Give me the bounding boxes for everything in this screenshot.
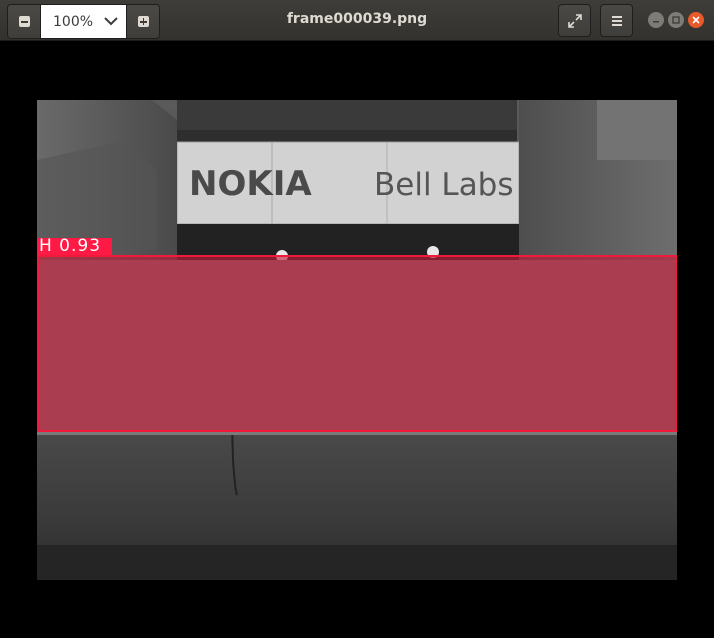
detection-label: H 0.93: [39, 236, 102, 256]
image-viewer-window: 100% frame000039.png NOKIA Bell Labs H 0…: [0, 0, 714, 638]
zoom-in-icon: [137, 16, 149, 27]
maximize-icon: [672, 16, 680, 24]
fullscreen-icon: [567, 13, 582, 28]
minimize-icon: [653, 21, 659, 23]
close-icon: [692, 16, 700, 24]
zoom-in-button[interactable]: [126, 5, 159, 38]
zoom-level-dropdown[interactable]: 100%: [41, 5, 126, 38]
hamburger-menu-icon: [611, 15, 622, 26]
minimize-button[interactable]: [648, 12, 664, 28]
menu-button[interactable]: [600, 4, 633, 37]
fullscreen-button[interactable]: [558, 4, 591, 37]
close-button[interactable]: [688, 12, 704, 28]
sign-sub-text: Bell Labs: [374, 167, 514, 203]
zoom-out-button[interactable]: [8, 5, 41, 38]
zoom-out-icon: [18, 16, 30, 27]
detection-bounding-box: [37, 255, 677, 432]
maximize-button[interactable]: [668, 12, 684, 28]
header-bar: 100% frame000039.png: [0, 0, 714, 41]
zoom-controls: 100%: [7, 4, 160, 39]
sign-brand-text: NOKIA: [189, 164, 312, 204]
chevron-down-icon: [104, 17, 118, 26]
zoom-level-value: 100%: [53, 13, 94, 30]
